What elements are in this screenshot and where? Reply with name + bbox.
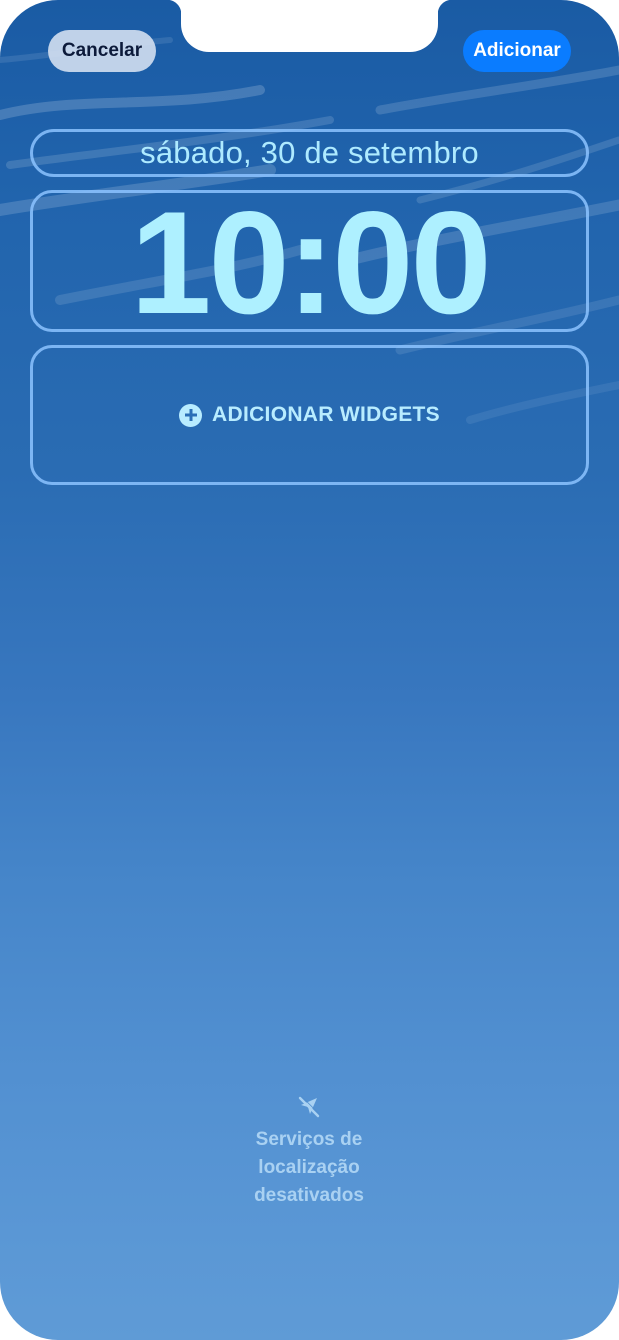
plus-circle-icon [179, 403, 203, 427]
location-off-icon [298, 1095, 321, 1118]
lock-screen-time: 10:00 [130, 181, 491, 344]
cancel-button-label: Cancelar [61, 40, 143, 61]
location-status: Serviços de localização desativados [209, 1094, 409, 1210]
lock-screen-date: sábado, 30 de setembro [140, 135, 479, 170]
add-widgets-slot[interactable]: ADICIONAR WIDGETS [30, 345, 589, 485]
date-widget-slot[interactable]: sábado, 30 de setembro [30, 129, 589, 177]
lock-screen-editor: Cancelar Adicionar sábado, 30 de setembr… [0, 0, 619, 1340]
add-button[interactable]: Adicionar [463, 30, 571, 72]
add-button-label: Adicionar [473, 40, 561, 61]
clock-slot[interactable]: 10:00 [30, 190, 589, 336]
location-status-text: Serviços de localização desativados [254, 1129, 364, 1206]
cancel-button[interactable]: Cancelar [48, 30, 156, 72]
device-notch [167, 0, 452, 52]
add-widgets-label: ADICIONAR WIDGETS [212, 403, 440, 426]
